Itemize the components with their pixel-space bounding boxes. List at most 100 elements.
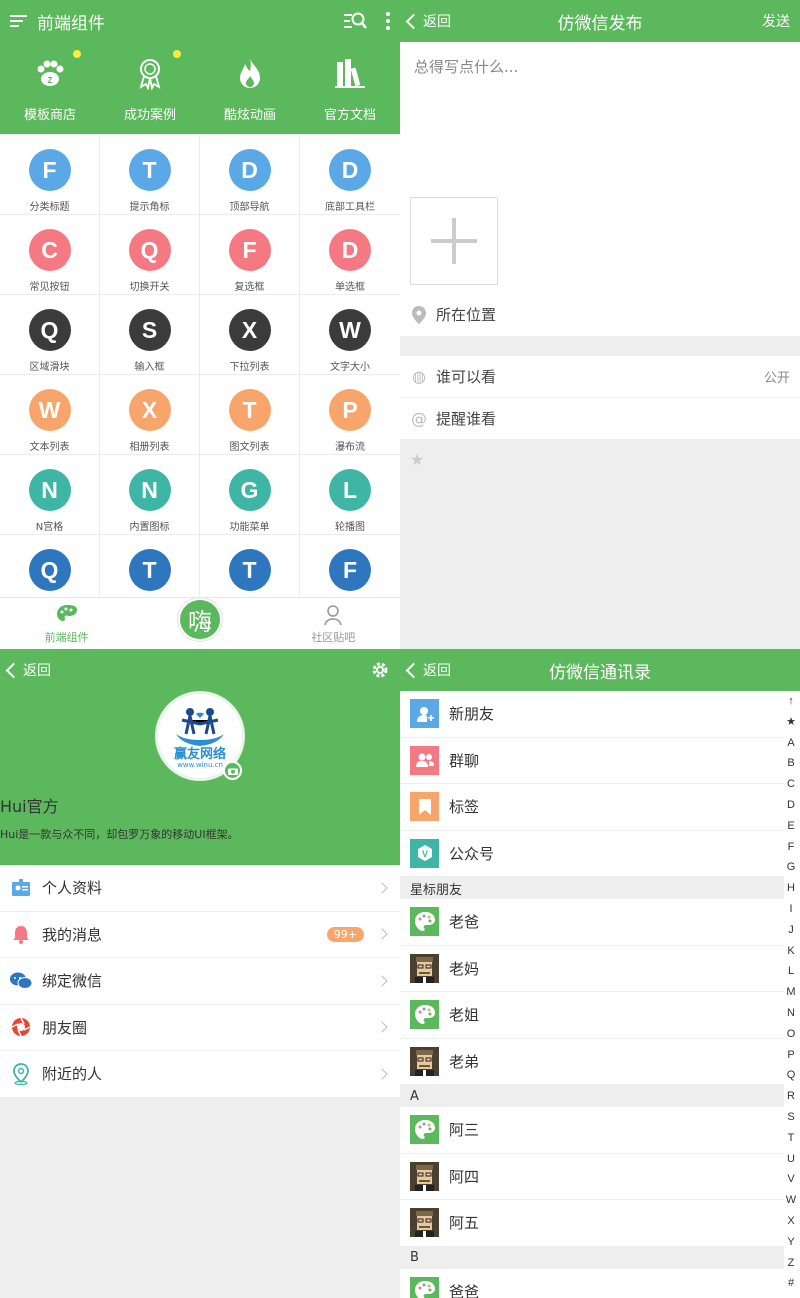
- back-button[interactable]: 返回: [0, 660, 51, 680]
- shortcut-item[interactable]: 酷炫动画: [200, 42, 300, 134]
- profile-header: 返回 赢友网络 www.winu.cn Hui官方 Hui是一款与众不同，却包罗…: [0, 649, 400, 865]
- component-label: 下拉列表: [229, 362, 270, 373]
- letter-badge: D: [329, 149, 371, 191]
- contact-item[interactable]: 老妈: [400, 946, 784, 992]
- back-button[interactable]: 返回: [400, 660, 451, 680]
- component-item[interactable]: W 文本列表: [0, 375, 100, 455]
- star-row[interactable]: ★: [400, 440, 800, 479]
- add-photo-button[interactable]: [410, 197, 498, 285]
- index-letter[interactable]: #: [788, 1273, 794, 1294]
- index-letter[interactable]: U: [787, 1149, 795, 1170]
- index-letter[interactable]: W: [786, 1190, 796, 1211]
- index-letter[interactable]: G: [787, 857, 796, 878]
- contact-item[interactable]: 新朋友: [400, 691, 784, 738]
- chevron-right-icon: [376, 882, 388, 894]
- index-letter[interactable]: Y: [787, 1232, 794, 1253]
- index-letter[interactable]: P: [787, 1045, 794, 1066]
- component-item[interactable]: G 功能菜单: [200, 455, 300, 535]
- menu-icon[interactable]: [10, 15, 27, 27]
- profile-menu-item[interactable]: 个人资料: [0, 865, 400, 912]
- more-icon[interactable]: [386, 12, 390, 30]
- shortcut-item[interactable]: Z 模板商店: [0, 42, 100, 134]
- contact-item[interactable]: V 公众号: [400, 831, 784, 877]
- component-item[interactable]: Q 切换开关: [100, 215, 200, 295]
- index-letter[interactable]: I: [789, 899, 792, 920]
- gear-icon[interactable]: [370, 660, 390, 680]
- index-letter[interactable]: F: [788, 837, 795, 858]
- component-item[interactable]: D 单选框: [300, 215, 400, 295]
- component-item[interactable]: C 常见按钮: [0, 215, 100, 295]
- profile-menu-item[interactable]: 我的消息 99+: [0, 912, 400, 958]
- component-item[interactable]: L 轮播图: [300, 455, 400, 535]
- chevron-left-icon: [5, 662, 22, 678]
- back-button[interactable]: 返回: [400, 11, 451, 31]
- tab-community[interactable]: 社区贴吧: [267, 598, 400, 649]
- index-letter[interactable]: S: [787, 1107, 794, 1128]
- option-row[interactable]: @ 提醒谁看: [400, 398, 800, 440]
- component-item[interactable]: X 相册列表: [100, 375, 200, 455]
- location-button[interactable]: 所在位置: [412, 304, 496, 325]
- contact-item[interactable]: 阿三: [400, 1107, 784, 1154]
- index-letter[interactable]: C: [787, 774, 795, 795]
- component-item[interactable]: T 提示角标: [100, 135, 200, 215]
- search-list-icon[interactable]: [344, 11, 368, 31]
- component-item[interactable]: S 输入框: [100, 295, 200, 375]
- index-letter[interactable]: A: [787, 733, 794, 754]
- contact-item[interactable]: 阿五: [400, 1200, 784, 1247]
- contact-item[interactable]: 阿四: [400, 1154, 784, 1200]
- avatar: [410, 1000, 439, 1030]
- index-letter[interactable]: B: [787, 753, 794, 774]
- shortcut-label: 酷炫动画: [223, 108, 276, 123]
- alphabet-index[interactable]: ↑ ★ A B C D E F G H I J K L M N O P Q R S T U V W X Y Z #: [782, 691, 800, 1298]
- profile-menu-item[interactable]: 附近的人: [0, 1051, 400, 1098]
- option-row[interactable]: ◍ 谁可以看 公开: [400, 356, 800, 398]
- component-item[interactable]: P 瀑布流: [300, 375, 400, 455]
- contact-item[interactable]: 爸爸: [400, 1269, 784, 1298]
- index-letter[interactable]: O: [787, 1024, 796, 1045]
- index-letter[interactable]: D: [787, 795, 795, 816]
- component-item[interactable]: N 内置图标: [100, 455, 200, 535]
- component-grid: F 分类标题 T 提示角标 D 顶部导航 D 底部工具栏 C 常见按钮 Q 切换开关 F 复选框 D 单选框 Q…: [0, 134, 400, 615]
- contact-item[interactable]: 老弟: [400, 1039, 784, 1085]
- index-letter[interactable]: K: [787, 941, 794, 962]
- contact-item[interactable]: 标签: [400, 784, 784, 831]
- component-item[interactable]: T 图文列表: [200, 375, 300, 455]
- component-item[interactable]: D 顶部导航: [200, 135, 300, 215]
- index-letter[interactable]: E: [787, 816, 794, 837]
- post-input[interactable]: [400, 42, 800, 182]
- chevron-right-icon: [376, 1068, 388, 1080]
- send-button[interactable]: 发送: [762, 11, 800, 31]
- index-letter[interactable]: R: [787, 1086, 795, 1107]
- index-letter[interactable]: V: [787, 1169, 794, 1190]
- camera-icon[interactable]: [223, 761, 242, 780]
- index-letter[interactable]: Q: [787, 1065, 796, 1086]
- index-letter[interactable]: Z: [788, 1253, 795, 1274]
- index-letter[interactable]: N: [787, 1003, 795, 1024]
- index-letter[interactable]: M: [786, 982, 795, 1003]
- index-letter[interactable]: L: [788, 961, 794, 982]
- index-letter[interactable]: J: [788, 920, 794, 941]
- index-letter[interactable]: T: [788, 1128, 795, 1149]
- profile-menu-item[interactable]: 绑定微信: [0, 958, 400, 1005]
- profile-menu-item[interactable]: 朋友圈: [0, 1005, 400, 1051]
- component-item[interactable]: Q 区域滑块: [0, 295, 100, 375]
- component-item[interactable]: F 复选框: [200, 215, 300, 295]
- center-button[interactable]: 嗨: [177, 598, 222, 641]
- component-item[interactable]: D 底部工具栏: [300, 135, 400, 215]
- shortcut-item[interactable]: 成功案例: [100, 42, 200, 134]
- tab-center[interactable]: 嗨: [133, 598, 266, 649]
- component-item[interactable]: W 文字大小: [300, 295, 400, 375]
- index-letter[interactable]: ★: [786, 712, 796, 733]
- chevron-right-icon: [376, 928, 388, 940]
- component-item[interactable]: F 分类标题: [0, 135, 100, 215]
- component-item[interactable]: X 下拉列表: [200, 295, 300, 375]
- component-item[interactable]: N N宫格: [0, 455, 100, 535]
- contact-item[interactable]: 群聊: [400, 738, 784, 784]
- shortcut-item[interactable]: 官方文档: [300, 42, 400, 134]
- contact-item[interactable]: 老爸: [400, 899, 784, 946]
- index-letter[interactable]: H: [787, 878, 795, 899]
- tab-components[interactable]: 前端组件: [0, 598, 133, 649]
- index-letter[interactable]: ↑: [788, 691, 794, 712]
- contact-item[interactable]: 老姐: [400, 992, 784, 1039]
- index-letter[interactable]: X: [787, 1211, 794, 1232]
